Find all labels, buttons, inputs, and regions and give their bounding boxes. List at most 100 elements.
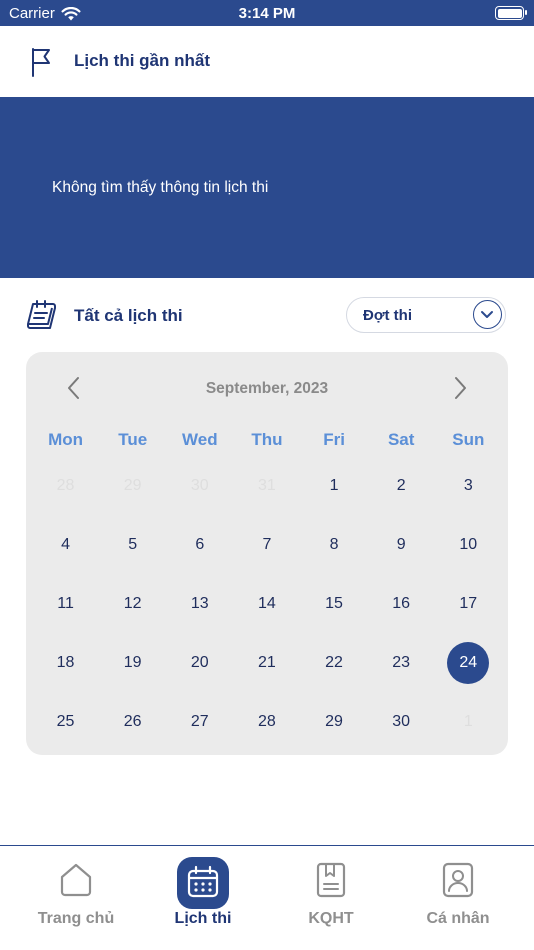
day-number: 5 [128,535,138,553]
active-tab-highlight [177,857,229,909]
tab-label: Trang chủ [37,910,115,927]
clock: 3:14 PM [238,5,296,22]
calendar-day[interactable]: 15 [301,574,368,633]
calendar-week-row: 25 26 27 28 29 30 1 [32,692,502,751]
tab-exam-schedule[interactable]: Lịch thi [136,846,270,950]
home-icon [60,863,92,897]
day-number: 28 [258,712,276,730]
tab-profile[interactable]: Cá nhân [391,846,525,950]
calendar-day[interactable]: 25 [32,692,99,751]
day-number: 19 [123,653,142,671]
exam-calendar: September, 2023 Mon Tue Wed Thu Fri Sat … [26,352,508,755]
calendar-week-row: 28 29 30 31 1 2 3 [32,456,502,515]
calendar-day[interactable]: 3 [435,456,502,515]
calendar-day[interactable]: 20 [166,633,233,692]
day-number: 30 [190,476,209,494]
day-number: 3 [463,476,473,494]
calendar-day[interactable]: 27 [166,692,233,751]
tab-label: Lịch thi [174,910,232,927]
calendar-day[interactable]: 8 [301,515,368,574]
upcoming-exam-header: Lịch thi gần nhất [0,26,534,97]
calendar-day[interactable]: 11 [32,574,99,633]
calendar-week-row: 4 5 6 7 8 9 10 [32,515,502,574]
calendar-day[interactable]: 16 [368,574,435,633]
calendar-day[interactable]: 13 [166,574,233,633]
calendar-day[interactable]: 26 [99,692,166,751]
day-number: 6 [195,535,205,553]
day-number: 12 [123,594,142,612]
day-number: 9 [396,535,406,553]
day-number: 26 [123,712,142,730]
calendar-day[interactable]: 4 [32,515,99,574]
calendar-day-outside-month: 1 [435,692,502,751]
day-number: 13 [190,594,209,612]
calendar-day-outside-month: 29 [99,456,166,515]
calendar-icon [187,865,219,898]
profile-icon [442,862,474,898]
weekday-label: Tue [118,430,148,449]
calendar-day[interactable]: 9 [368,515,435,574]
tab-label: KQHT [308,910,354,927]
status-bar: Carrier 3:14 PM [0,0,534,26]
weekday-label: Sat [387,430,415,449]
weekday-label: Mon [48,430,84,449]
tab-academic-results[interactable]: KQHT [264,846,398,950]
calendar-day[interactable]: 23 [368,633,435,692]
calendar-day[interactable]: 30 [368,692,435,751]
calendar-day[interactable]: 7 [233,515,300,574]
dropdown-toggle[interactable] [473,300,502,329]
bottom-tab-bar: Trang chủ Lịch thi KQHT Cá nhân [0,845,534,950]
day-number: 23 [392,653,411,671]
calendar-week-row: 11 12 13 14 15 16 17 [32,574,502,633]
day-number: 30 [392,712,411,730]
day-number: 15 [325,594,343,612]
calendar-day[interactable]: 12 [99,574,166,633]
section-title: Tất cả lịch thi [74,306,183,325]
calendar-day[interactable]: 28 [233,692,300,751]
flag-icon [32,48,50,77]
calendar-day[interactable]: 6 [166,515,233,574]
header-title: Lịch thi gần nhất [74,51,210,70]
day-number: 18 [56,653,75,671]
day-number: 11 [57,594,74,612]
calendar-day[interactable]: 22 [301,633,368,692]
calendar-day[interactable]: 21 [233,633,300,692]
exam-period-dropdown[interactable]: Đợt thi [346,297,506,333]
calendar-day[interactable]: 14 [233,574,300,633]
calendar-day[interactable]: 18 [32,633,99,692]
weekday-label: Wed [182,430,218,449]
day-number: 1 [329,476,339,494]
calendar-day[interactable]: 5 [99,515,166,574]
day-number: 2 [396,476,406,494]
day-number: 29 [123,476,142,494]
calendar-day[interactable]: 2 [368,456,435,515]
calendar-day[interactable]: 10 [435,515,502,574]
calendar-day[interactable]: 29 [301,692,368,751]
all-exams-section: Tất cả lịch thi Đợt thi [0,290,534,340]
calendar-day-selected[interactable]: 24 [435,633,502,692]
day-number: 8 [329,535,339,553]
weekday-label: Sun [452,430,485,449]
day-number: 20 [190,653,209,671]
calendar-day[interactable]: 19 [99,633,166,692]
calendar-grid: 28 29 30 31 1 2 3 4 5 6 7 8 9 10 11 12 13 14 15 16 17 18 19 20 2… [32,456,502,751]
day-number: 14 [258,594,276,612]
calendar-day-outside-month: 31 [233,456,300,515]
day-number: 4 [61,535,71,553]
bookmark-book-icon [316,862,346,898]
calendar-day-outside-month: 28 [32,456,99,515]
day-number: 24 [447,641,490,684]
day-number: 10 [459,535,478,553]
tab-label: Cá nhân [426,910,490,927]
calendar-day[interactable]: 17 [435,574,502,633]
calendar-note-icon [27,300,56,329]
weekday-header: Mon Tue Wed Thu Fri Sat Sun [32,430,502,450]
day-number: 25 [56,712,75,730]
chevron-right-icon[interactable] [448,374,472,402]
tab-home[interactable]: Trang chủ [9,846,143,950]
day-number: 1 [463,712,473,730]
calendar-month-label: September, 2023 [205,380,329,397]
day-number: 27 [190,712,209,730]
weekday-label: Thu [251,430,283,449]
calendar-day[interactable]: 1 [301,456,368,515]
